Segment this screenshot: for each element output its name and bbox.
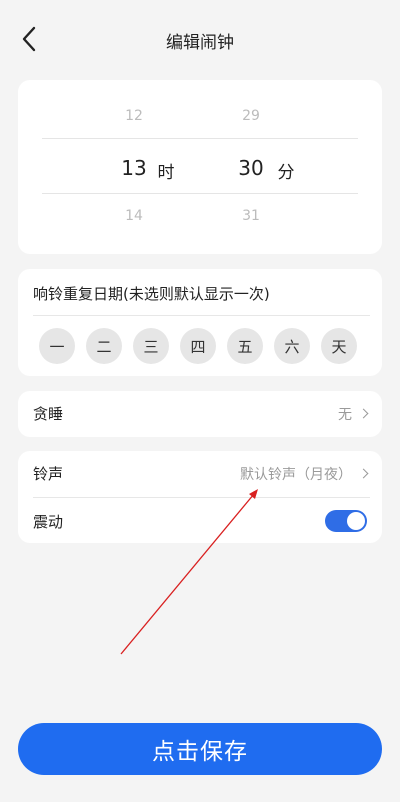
chevron-right-icon	[358, 408, 369, 419]
weekday-tue[interactable]: 二	[86, 328, 122, 364]
hour-prev[interactable]: 12	[114, 108, 154, 124]
snooze-value-text: 无	[338, 406, 352, 423]
header: 编辑闹钟	[0, 0, 400, 78]
weekday-sat[interactable]: 六	[274, 328, 310, 364]
snooze-row[interactable]: 贪睡 无	[18, 391, 382, 437]
hour-current[interactable]: 13	[114, 156, 154, 180]
ringtone-value-text: 默认铃声（月夜）	[240, 466, 352, 483]
ringtone-value: 默认铃声（月夜）	[240, 464, 369, 484]
ringtone-row[interactable]: 铃声 默认铃声（月夜）	[33, 463, 369, 484]
repeat-label: 响铃重复日期(未选则默认显示一次)	[33, 285, 270, 303]
vibrate-row: 震动	[33, 510, 367, 532]
vibrate-label: 震动	[33, 512, 64, 531]
weekday-thu[interactable]: 四	[180, 328, 216, 364]
picker-bottom-line	[42, 193, 358, 194]
minute-unit: 分	[277, 163, 295, 183]
save-button[interactable]: 点击保存	[18, 723, 382, 775]
divider	[33, 497, 370, 498]
vibrate-toggle[interactable]	[325, 510, 367, 532]
weekday-mon[interactable]: 一	[39, 328, 75, 364]
weekday-sun[interactable]: 天	[321, 328, 357, 364]
toggle-knob	[347, 512, 365, 530]
ringtone-vibrate-card: 铃声 默认铃声（月夜） 震动	[18, 451, 382, 543]
divider	[33, 315, 370, 316]
picker-top-line	[42, 138, 358, 139]
snooze-value: 无	[338, 404, 369, 424]
time-picker[interactable]: 12 13 时 14 29 30 分 31	[18, 80, 382, 254]
minute-prev[interactable]: 29	[231, 108, 271, 124]
hour-unit: 时	[157, 163, 175, 183]
chevron-right-icon	[358, 468, 369, 479]
repeat-days-card: 响铃重复日期(未选则默认显示一次) 一 二 三 四 五 六 天	[18, 269, 382, 376]
weekday-fri[interactable]: 五	[227, 328, 263, 364]
minute-next[interactable]: 31	[231, 208, 271, 224]
hour-next[interactable]: 14	[114, 208, 154, 224]
ringtone-label: 铃声	[33, 465, 64, 483]
minute-current[interactable]: 30	[231, 156, 271, 180]
weekday-selector: 一 二 三 四 五 六 天	[39, 328, 357, 364]
weekday-wed[interactable]: 三	[133, 328, 169, 364]
snooze-label: 贪睡	[33, 405, 64, 423]
page-title: 编辑闹钟	[166, 33, 234, 53]
